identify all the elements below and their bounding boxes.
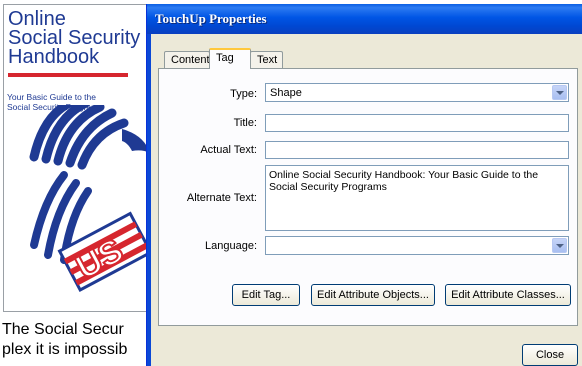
cover-divider (8, 73, 128, 77)
actual-text-label: Actual Text: (200, 144, 257, 156)
edit-attribute-classes-button[interactable]: Edit Attribute Classes... (445, 284, 571, 306)
handbook-cover: Online Social Security Handbook Your Bas… (3, 4, 151, 312)
close-button[interactable]: Close (522, 344, 578, 366)
tab-content[interactable]: Content (164, 51, 210, 68)
touchup-properties-dialog: TouchUp Properties Content Tag Text Type… (146, 4, 582, 366)
title-input[interactable] (265, 114, 569, 132)
language-label: Language: (205, 240, 257, 252)
alternate-text-textarea[interactable]: Online Social Security Handbook: Your Ba… (265, 165, 569, 231)
title-label: Title: (233, 117, 257, 129)
cover-subtitle-line: Your Basic Guide to the (7, 92, 96, 102)
actual-text-input[interactable] (265, 141, 569, 159)
type-label: Type: (230, 88, 257, 100)
alternate-text-label: Alternate Text: (186, 192, 257, 204)
pdf-page: Online Social Security Handbook Your Bas… (0, 0, 151, 366)
chevron-down-icon[interactable] (552, 85, 567, 100)
eagle-logo: US (29, 105, 150, 292)
body-line: plex it is impossib (2, 341, 128, 358)
edit-attribute-objects-button[interactable]: Edit Attribute Objects... (311, 284, 435, 306)
tab-text[interactable]: Text (250, 51, 283, 68)
type-value: Shape (270, 87, 302, 99)
alternate-text-value: Online Social Security Handbook: Your Ba… (269, 169, 539, 193)
cover-title: Online Social Security Handbook (8, 9, 140, 68)
body-line: The Social Secur (2, 321, 124, 338)
edit-tag-button[interactable]: Edit Tag... (232, 284, 300, 306)
page-body-text: The Social Secur plex it is impossib (2, 320, 150, 360)
cover-title-line: Handbook (8, 46, 100, 68)
language-select[interactable] (265, 236, 569, 255)
dialog-title: TouchUp Properties (155, 11, 267, 26)
tab-tag[interactable]: Tag (209, 48, 251, 69)
dialog-titlebar[interactable]: TouchUp Properties (147, 4, 582, 34)
type-select[interactable]: Shape (265, 83, 569, 102)
chevron-down-icon[interactable] (552, 238, 567, 253)
